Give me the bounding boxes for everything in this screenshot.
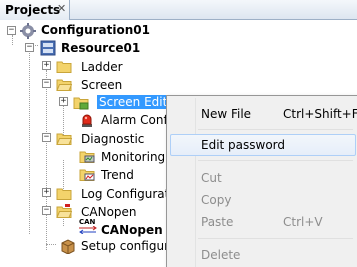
tree-line (46, 70, 47, 250)
projects-tab-label: Projects (5, 3, 61, 17)
menu-item-label: Copy (201, 193, 232, 207)
tree-line (46, 244, 56, 245)
can-icon: CAN (78, 218, 98, 235)
projects-tab[interactable]: Projects ✕ (0, 0, 70, 20)
expand-toggle[interactable]: + (59, 97, 68, 106)
tree-line (12, 35, 13, 45)
menu-item-label: Delete (201, 248, 241, 262)
gear-icon (20, 23, 36, 39)
package-icon (61, 239, 75, 254)
resource-icon (40, 40, 56, 56)
collapse-toggle[interactable]: − (42, 133, 51, 142)
menu-item-shortcut: Ctrl+Shift+F (283, 107, 357, 121)
can-icon-text: CAN (79, 218, 96, 226)
tree-item-trend[interactable]: Trend (101, 168, 134, 182)
collapse-toggle[interactable]: − (25, 43, 34, 52)
menu-item-label: Cut (201, 171, 222, 185)
menu-item-paste[interactable]: Paste Ctrl+V (170, 211, 356, 233)
menu-item-edit-password[interactable]: Edit password (170, 134, 356, 156)
log-icon (56, 188, 72, 200)
menu-item-copy[interactable]: Copy (170, 189, 356, 211)
menu-item-label: New File (201, 107, 252, 121)
menu-item-new-file[interactable]: New File Ctrl+Shift+F (170, 103, 357, 125)
folder-open-icon (56, 133, 72, 145)
tree-item-canopen[interactable]: CANopen (101, 223, 163, 237)
menu-separator (198, 129, 353, 130)
menu-item-delete[interactable]: Delete (170, 244, 356, 266)
context-menu: New File Ctrl+Shift+F Edit password Cut … (166, 95, 357, 267)
tree-line (29, 53, 30, 234)
expand-toggle[interactable]: + (42, 188, 51, 197)
tree-item-diagnostic[interactable]: Diagnostic (81, 132, 144, 146)
menu-separator (198, 160, 353, 161)
monitor-icon (79, 151, 95, 163)
projects-panel-header: Projects ✕ (0, 0, 357, 20)
menu-item-label: Edit password (201, 138, 286, 152)
menu-item-label: Paste (201, 215, 234, 229)
collapse-toggle[interactable]: − (42, 206, 51, 215)
tree-item-resource01[interactable]: Resource01 (61, 41, 140, 55)
tree-item-screen[interactable]: Screen (81, 78, 122, 92)
menu-item-shortcut: Ctrl+V (283, 215, 323, 229)
collapse-toggle[interactable]: − (7, 26, 16, 35)
expand-toggle[interactable]: + (42, 61, 51, 70)
menu-separator (198, 238, 353, 239)
close-icon[interactable]: ✕ (57, 2, 66, 15)
tree-item-canopen-folder[interactable]: CANopen (81, 205, 137, 219)
menu-item-cut[interactable]: Cut (170, 167, 356, 189)
screen-editor-icon (73, 97, 89, 110)
folder-open-icon (56, 79, 72, 91)
collapse-toggle[interactable]: − (42, 79, 51, 88)
tree-item-configuration01[interactable]: Configuration01 (41, 23, 150, 37)
tree-item-ladder[interactable]: Ladder (81, 60, 123, 74)
folder-open-icon (56, 204, 72, 218)
folder-icon (56, 61, 72, 73)
trend-icon (79, 169, 95, 181)
alarm-icon (82, 114, 92, 127)
